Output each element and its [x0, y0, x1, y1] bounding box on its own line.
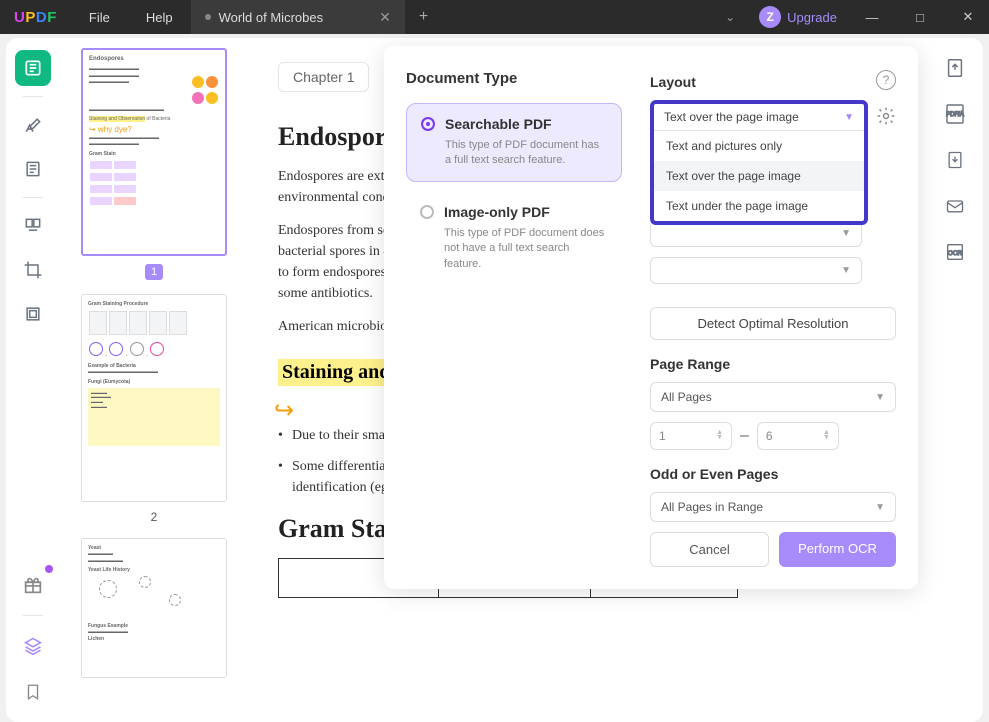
radio-off-icon	[420, 205, 434, 219]
redact-tool-icon[interactable]	[15, 296, 51, 332]
resolution-select[interactable]: ▼	[650, 257, 862, 284]
export-icon[interactable]	[941, 54, 969, 82]
layout-dropdown[interactable]: Text over the page image ▼ Text and pict…	[650, 100, 868, 225]
page-number: 2	[70, 510, 238, 524]
layers-icon[interactable]	[15, 628, 51, 664]
odd-even-select[interactable]: All Pages in Range ▼	[650, 492, 896, 522]
titlebar: UPDF File Help World of Microbes ✕ + ⌄ Z…	[0, 0, 989, 34]
page-thumbnail-3[interactable]: Yeast ▬▬▬▬▬▬▬▬▬▬▬▬ Yeast Life History Fu…	[81, 538, 227, 678]
menu-help[interactable]: Help	[128, 10, 191, 25]
layout-selected[interactable]: Text over the page image ▼	[654, 104, 864, 131]
radio-on-icon	[421, 117, 435, 131]
option-label: Searchable PDF	[445, 116, 552, 132]
page-range-title: Page Range	[650, 356, 896, 372]
image-only-pdf-option[interactable]: Image-only PDF This type of PDF document…	[406, 192, 622, 284]
layout-option[interactable]: Text over the page image	[654, 161, 864, 191]
comment-tool-icon[interactable]	[15, 107, 51, 143]
app-logo: UPDF	[0, 9, 71, 26]
caret-down-icon: ▼	[844, 112, 854, 123]
option-description: This type of PDF document has a full tex…	[421, 138, 607, 169]
perform-ocr-button[interactable]: Perform OCR	[779, 532, 896, 567]
spinner-icon[interactable]: ▲▼	[823, 431, 830, 441]
option-label: Image-only PDF	[444, 204, 550, 220]
detect-resolution-button[interactable]: Detect Optimal Resolution	[650, 307, 896, 340]
avatar: Z	[759, 6, 781, 28]
crop-tool-icon[interactable]	[15, 252, 51, 288]
maximize-button[interactable]: □	[899, 0, 941, 34]
ocr-settings-panel: Document Type Searchable PDF This type o…	[384, 46, 918, 589]
page-to-input[interactable]: 6 ▲▼	[757, 422, 839, 450]
odd-even-title: Odd or Even Pages	[650, 466, 896, 482]
caret-down-icon: ▼	[875, 392, 885, 403]
page-range-select[interactable]: All Pages ▼	[650, 382, 896, 412]
upgrade-button[interactable]: Z Upgrade	[751, 4, 845, 30]
page-thumbnail-1[interactable]: Endospores ▬▬▬▬▬▬▬▬▬▬▬▬▬▬▬▬▬▬▬▬▬▬▬▬▬▬▬▬ …	[81, 48, 227, 256]
option-description: This type of PDF document does not have …	[420, 226, 608, 272]
document-tab[interactable]: World of Microbes ✕	[191, 0, 405, 34]
ocr-icon[interactable]: OCR	[941, 238, 969, 266]
thumbnail-panel: Endospores ▬▬▬▬▬▬▬▬▬▬▬▬▬▬▬▬▬▬▬▬▬▬▬▬▬▬▬▬ …	[60, 38, 248, 722]
svg-text:PDF/A: PDF/A	[946, 112, 964, 118]
page-number-badge: 1	[145, 264, 163, 280]
left-toolbar	[6, 38, 60, 722]
upgrade-label: Upgrade	[787, 10, 837, 25]
tab-indicator	[205, 14, 211, 20]
tab-title: World of Microbes	[219, 10, 324, 25]
mail-icon[interactable]	[941, 192, 969, 220]
layout-option[interactable]: Text under the page image	[654, 191, 864, 221]
arrow-annotation-icon: ↪	[274, 396, 294, 425]
menu-file[interactable]: File	[71, 10, 128, 25]
svg-text:OCR: OCR	[948, 250, 963, 257]
organize-tool-icon[interactable]	[15, 208, 51, 244]
save-icon[interactable]	[941, 146, 969, 174]
page-thumbnail-2[interactable]: Gram Staining Procedure - - - Example of…	[81, 294, 227, 502]
reader-tool-icon[interactable]	[15, 50, 51, 86]
new-tab-button[interactable]: +	[405, 8, 442, 26]
chapter-tab[interactable]: Chapter 1	[278, 62, 369, 92]
caret-down-icon: ▼	[875, 502, 885, 513]
minimize-button[interactable]: —	[851, 0, 893, 34]
range-separator: –	[740, 427, 749, 445]
close-button[interactable]: ✕	[947, 0, 989, 34]
chevron-down-icon[interactable]: ⌄	[715, 10, 745, 24]
cancel-button[interactable]: Cancel	[650, 532, 769, 567]
right-toolbar: PDF/A OCR	[927, 38, 983, 722]
pdfa-icon[interactable]: PDF/A	[941, 100, 969, 128]
edit-tool-icon[interactable]	[15, 151, 51, 187]
page-from-input[interactable]: 1 ▲▼	[650, 422, 732, 450]
searchable-pdf-option[interactable]: Searchable PDF This type of PDF document…	[406, 103, 622, 182]
gift-icon[interactable]	[15, 567, 51, 603]
document-type-title: Document Type	[406, 70, 622, 87]
layout-option[interactable]: Text and pictures only	[654, 131, 864, 161]
tab-close-button[interactable]: ✕	[375, 9, 395, 26]
spinner-icon[interactable]: ▲▼	[716, 431, 723, 441]
help-icon[interactable]: ?	[876, 70, 896, 90]
bookmark-icon[interactable]	[15, 674, 51, 710]
layout-title: Layout	[650, 74, 896, 90]
